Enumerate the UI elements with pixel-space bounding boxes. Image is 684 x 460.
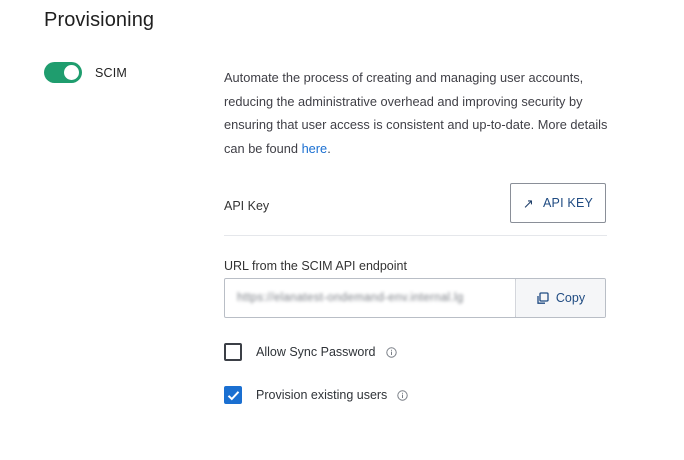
info-icon[interactable] [397, 389, 409, 401]
external-arrow-icon: ↗ [522, 195, 535, 211]
copy-button-label: Copy [555, 291, 586, 305]
api-key-button[interactable]: ↗ API KEY [510, 183, 606, 223]
provision-existing-users-label: Provision existing users [256, 388, 388, 402]
option-row-provision-existing-users: Provision existing users [224, 386, 409, 404]
section-title: Provisioning [44, 9, 155, 31]
provision-existing-users-checkbox[interactable] [224, 386, 242, 404]
info-icon[interactable] [385, 346, 397, 358]
details-link[interactable]: here [302, 141, 328, 156]
allow-sync-password-label: Allow Sync Password [256, 345, 376, 359]
endpoint-url-input[interactable]: https://elanatest-ondemand-env.internal.… [225, 279, 515, 317]
provisioning-panel: Provisioning SCIM Automate the process o… [0, 0, 684, 460]
endpoint-field: https://elanatest-ondemand-env.internal.… [224, 278, 606, 318]
description-suffix: . [327, 141, 331, 157]
scim-toggle[interactable] [44, 62, 82, 83]
divider [224, 235, 607, 236]
description-text: Automate the process of creating and man… [224, 70, 608, 157]
scim-toggle-row: SCIM [44, 62, 127, 83]
api-key-button-label: API KEY [543, 196, 594, 210]
copy-button[interactable]: Copy [515, 279, 605, 317]
api-key-label: API Key [224, 199, 270, 213]
allow-sync-password-checkbox[interactable] [224, 343, 242, 361]
scim-description: Automate the process of creating and man… [224, 66, 614, 161]
copy-icon [537, 291, 549, 304]
scim-label: SCIM [95, 65, 128, 80]
toggle-knob [64, 65, 79, 80]
endpoint-label: URL from the SCIM API endpoint [224, 259, 407, 273]
checkmark-icon [227, 390, 239, 400]
option-row-allow-sync-password: Allow Sync Password [224, 343, 397, 361]
